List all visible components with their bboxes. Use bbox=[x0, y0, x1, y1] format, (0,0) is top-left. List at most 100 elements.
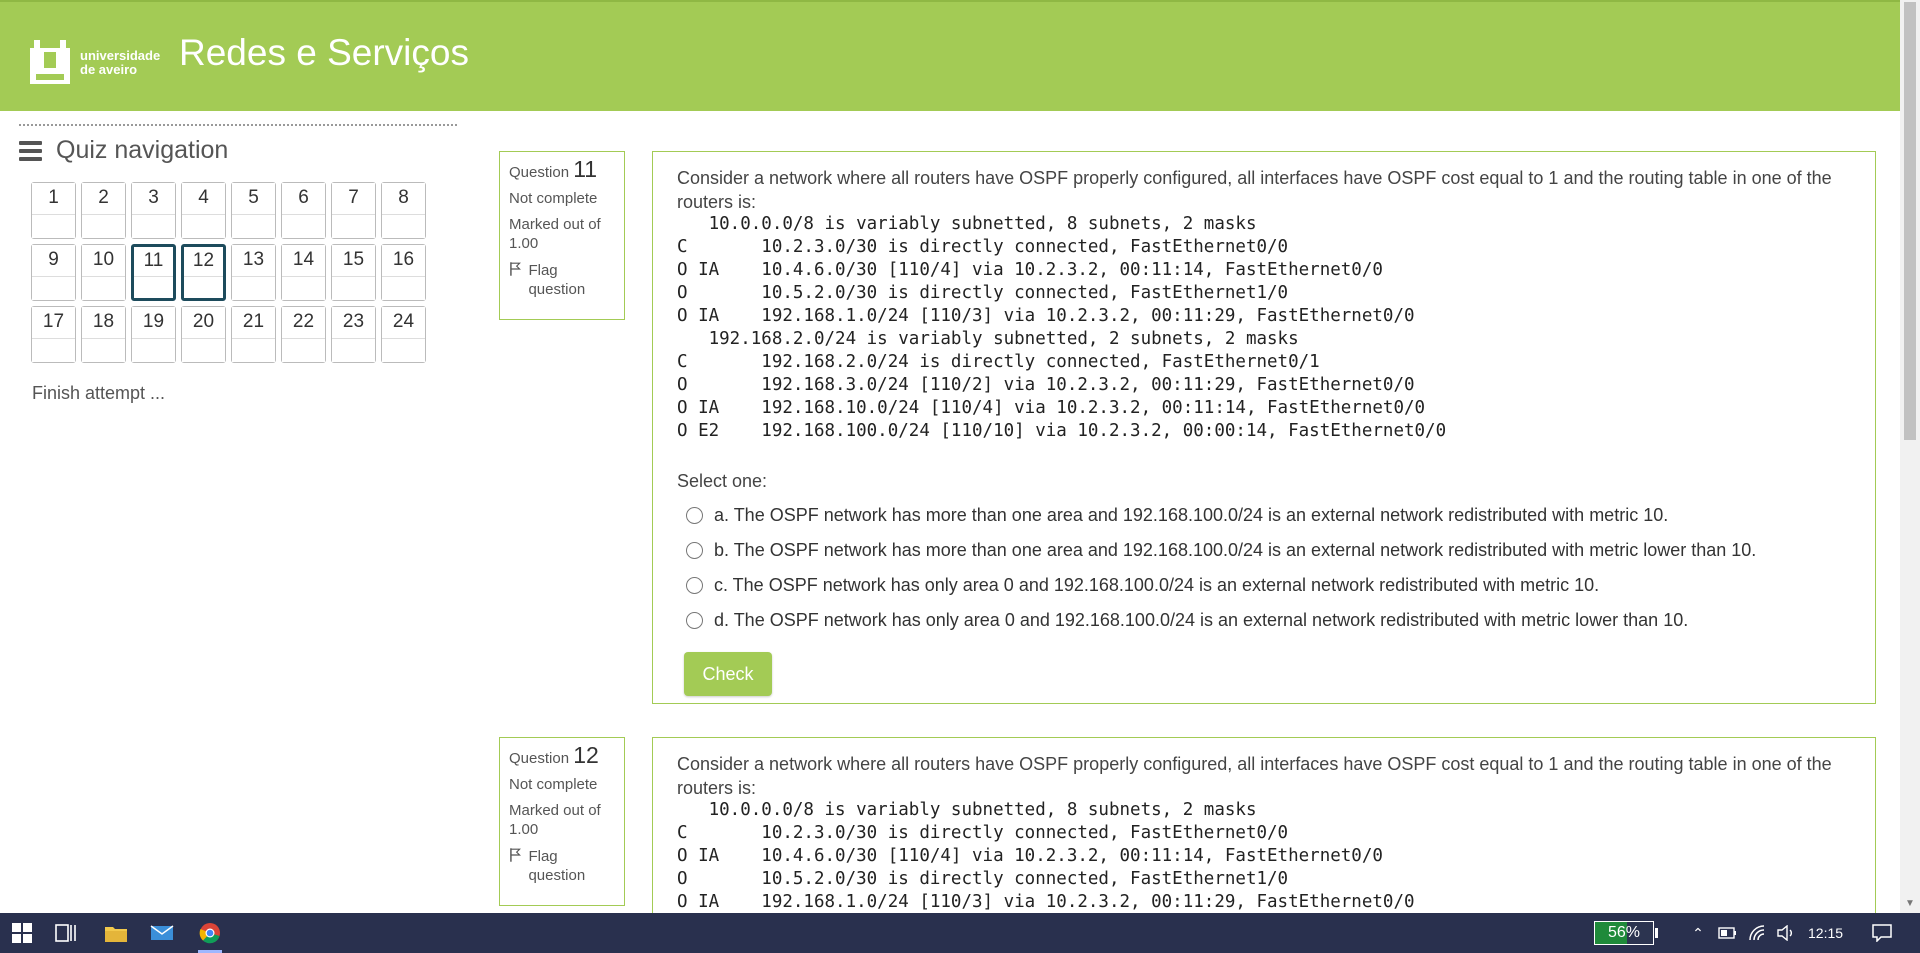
answer-radio[interactable] bbox=[686, 577, 703, 594]
routing-table-line: O 10.5.2.0/30 is directly connected, Fas… bbox=[677, 869, 1289, 889]
site-header: universidade de aveiro Redes e Serviços bbox=[0, 0, 1900, 111]
flag-question-button[interactable]: Flag question bbox=[509, 261, 615, 299]
power-icon[interactable] bbox=[1716, 913, 1740, 953]
question-nav-button-1[interactable]: 1 bbox=[31, 182, 76, 239]
question-nav-button-22[interactable]: 22 bbox=[281, 306, 326, 363]
question-nav-state bbox=[134, 279, 173, 298]
question-nav-button-10[interactable]: 10 bbox=[81, 244, 126, 301]
routing-table-line: O IA 192.168.10.0/24 [110/4] via 10.2.3.… bbox=[677, 398, 1426, 418]
question-nav-state bbox=[182, 215, 225, 238]
battery-nub bbox=[1655, 928, 1658, 938]
question-label: Question bbox=[509, 164, 570, 181]
question-nav-number: 13 bbox=[232, 245, 275, 277]
question-nav-button-16[interactable]: 16 bbox=[381, 244, 426, 301]
question-nav-state bbox=[82, 339, 125, 362]
question-nav-button-14[interactable]: 14 bbox=[281, 244, 326, 301]
question-nav-button-17[interactable]: 17 bbox=[31, 306, 76, 363]
question-nav-button-23[interactable]: 23 bbox=[331, 306, 376, 363]
answer-label: d. The OSPF network has only area 0 and … bbox=[714, 610, 1689, 630]
question-nav-button-6[interactable]: 6 bbox=[281, 182, 326, 239]
logo-line2: de aveiro bbox=[80, 62, 138, 77]
question-nav-number: 2 bbox=[82, 183, 125, 215]
quiz-navigation-block: Quiz navigation 1 2 3 4 5 6 7 8 9 10 11 12 13 14 15 16 1… bbox=[19, 124, 457, 404]
question-nav-button-9[interactable]: 9 bbox=[31, 244, 76, 301]
question-nav-state bbox=[82, 277, 125, 300]
windows-taskbar: 56% ⌃ 12:15 bbox=[0, 913, 1920, 953]
routing-table-line: O IA 10.4.6.0/30 [110/4] via 10.2.3.2, 0… bbox=[677, 260, 1383, 280]
question-nav-button-20[interactable]: 20 bbox=[181, 306, 226, 363]
question-nav-button-5[interactable]: 5 bbox=[231, 182, 276, 239]
answer-option[interactable]: b. The OSPF network has more than one ar… bbox=[677, 533, 1851, 568]
check-button[interactable]: Check bbox=[684, 652, 772, 696]
question-nav-button-8[interactable]: 8 bbox=[381, 182, 426, 239]
file-explorer-icon[interactable] bbox=[102, 913, 130, 953]
question-nav-button-18[interactable]: 18 bbox=[81, 306, 126, 363]
notification-center-icon[interactable] bbox=[1868, 913, 1896, 953]
routing-table-line: O IA 192.168.1.0/24 [110/3] via 10.2.3.2… bbox=[677, 892, 1415, 912]
question-nav-state bbox=[182, 339, 225, 362]
routing-table: 10.0.0.0/8 is variably subnetted, 8 subn… bbox=[677, 213, 1851, 443]
page-scrollbar[interactable]: ▼ bbox=[1900, 0, 1920, 913]
question-number: 11 bbox=[573, 156, 598, 182]
routing-table-line: O IA 10.4.6.0/30 [110/4] via 10.2.3.2, 0… bbox=[677, 846, 1383, 866]
answer-option[interactable]: a. The OSPF network has more than one ar… bbox=[677, 498, 1851, 533]
question-nav-state bbox=[132, 215, 175, 238]
question-nav-button-11[interactable]: 11 bbox=[131, 244, 176, 301]
question-status: Not complete bbox=[509, 190, 598, 207]
question-nav-button-24[interactable]: 24 bbox=[381, 306, 426, 363]
question-nav-button-19[interactable]: 19 bbox=[131, 306, 176, 363]
flag-question-button[interactable]: Flag question bbox=[509, 847, 615, 885]
logo-text: universidade de aveiro bbox=[80, 49, 160, 77]
page: universidade de aveiro Redes e Serviços … bbox=[0, 0, 1920, 953]
scrollbar-thumb[interactable] bbox=[1904, 2, 1916, 440]
question-nav-state bbox=[232, 215, 275, 238]
mail-icon[interactable] bbox=[148, 913, 176, 953]
university-logo[interactable]: universidade de aveiro bbox=[28, 38, 160, 88]
question-nav-button-13[interactable]: 13 bbox=[231, 244, 276, 301]
question-nav-number: 21 bbox=[232, 307, 275, 339]
question-nav-number: 6 bbox=[282, 183, 325, 215]
scroll-down-icon[interactable]: ▼ bbox=[1905, 898, 1915, 909]
wifi-icon[interactable] bbox=[1746, 913, 1770, 953]
question-nav-number: 14 bbox=[282, 245, 325, 277]
clock[interactable]: 12:15 bbox=[1808, 913, 1843, 953]
question-nav-button-2[interactable]: 2 bbox=[81, 182, 126, 239]
question-nav-button-12[interactable]: 12 bbox=[181, 244, 226, 301]
volume-icon[interactable] bbox=[1774, 913, 1798, 953]
battery-indicator[interactable]: 56% bbox=[1594, 921, 1654, 945]
finish-attempt-link[interactable]: Finish attempt ... bbox=[32, 383, 457, 404]
question-nav-number: 18 bbox=[82, 307, 125, 339]
task-view-icon[interactable] bbox=[52, 913, 80, 953]
answer-radio[interactable] bbox=[686, 542, 703, 559]
chrome-icon[interactable] bbox=[196, 913, 224, 953]
answer-option[interactable]: c. The OSPF network has only area 0 and … bbox=[677, 568, 1851, 603]
site-title[interactable]: Redes e Serviços bbox=[179, 32, 469, 74]
flag-icon bbox=[510, 262, 521, 276]
hamburger-icon[interactable] bbox=[19, 140, 42, 161]
question-nav-number: 20 bbox=[182, 307, 225, 339]
routing-table-line: O 10.5.2.0/30 is directly connected, Fas… bbox=[677, 283, 1289, 303]
flag-question-label: Flag question bbox=[528, 848, 586, 884]
question-nav-button-3[interactable]: 3 bbox=[131, 182, 176, 239]
chevron-up-icon[interactable]: ⌃ bbox=[1688, 913, 1708, 953]
question-nav-button-7[interactable]: 7 bbox=[331, 182, 376, 239]
question-nav-button-4[interactable]: 4 bbox=[181, 182, 226, 239]
question-nav-state bbox=[282, 215, 325, 238]
battery-percent: 56% bbox=[1607, 924, 1641, 941]
question-nav-number: 3 bbox=[132, 183, 175, 215]
question-nav-state bbox=[32, 215, 75, 238]
question-nav-grid: 1 2 3 4 5 6 7 8 9 10 11 12 13 14 15 16 17 18 19 20 21 22 23 24 bbox=[31, 182, 457, 363]
windows-start-icon[interactable] bbox=[8, 913, 36, 953]
question-nav-number: 19 bbox=[132, 307, 175, 339]
answer-radio[interactable] bbox=[686, 507, 703, 524]
answer-option[interactable]: d. The OSPF network has only area 0 and … bbox=[677, 603, 1851, 638]
routing-table-line: 10.0.0.0/8 is variably subnetted, 8 subn… bbox=[677, 214, 1257, 234]
question-nav-button-21[interactable]: 21 bbox=[231, 306, 276, 363]
question-11-content: Consider a network where all routers hav… bbox=[652, 151, 1876, 704]
question-nav-state bbox=[132, 339, 175, 362]
question-nav-number: 16 bbox=[382, 245, 425, 277]
select-one-prompt: Select one: bbox=[677, 471, 768, 491]
question-nav-button-15[interactable]: 15 bbox=[331, 244, 376, 301]
question-nav-state bbox=[82, 215, 125, 238]
answer-radio[interactable] bbox=[686, 612, 703, 629]
